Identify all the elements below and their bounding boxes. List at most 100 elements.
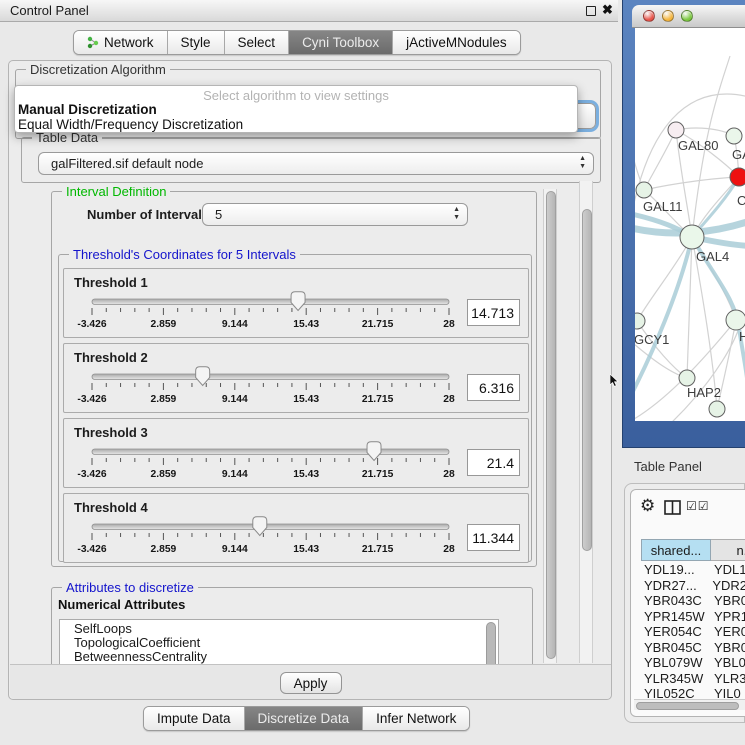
threshold-slider[interactable]: -3.4262.8599.14415.4321.71528: [64, 516, 530, 560]
number-of-intervals-value: 5: [215, 207, 222, 222]
table-row[interactable]: YBR045CYBR0: [631, 640, 745, 656]
cell-name[interactable]: YDR2: [699, 578, 745, 594]
tab-label: Infer Network: [376, 711, 456, 726]
threshold-box-3: Threshold 3-3.4262.8599.14415.4321.71528: [63, 418, 529, 488]
tab-label: Discretize Data: [258, 711, 350, 726]
tab-impute-data[interactable]: Impute Data: [144, 707, 245, 730]
cell-shared-name[interactable]: YDL19...: [631, 562, 701, 578]
svg-text:15.43: 15.43: [293, 319, 319, 330]
threshold-slider[interactable]: -3.4262.8599.14415.4321.71528: [64, 366, 530, 410]
svg-text:HAP2: HAP2: [687, 385, 721, 400]
gear-icon[interactable]: ⚙: [640, 496, 655, 516]
cell-shared-name[interactable]: YER054C: [631, 624, 701, 640]
svg-text:9.144: 9.144: [222, 544, 248, 555]
column-header-shared[interactable]: shared...: [641, 539, 711, 561]
table-body: YDL19...YDL1YDR27...YDR2YBR043CYBR0YPR14…: [631, 562, 745, 702]
attribute-item-selfloops[interactable]: SelfLoops: [60, 620, 498, 634]
algorithm-option-equal-width-frequency-discretization[interactable]: Equal Width/Frequency Discretization: [15, 117, 577, 132]
group-title: Discretization Algorithm: [26, 62, 170, 77]
threshold-slider[interactable]: -3.4262.8599.14415.4321.71528: [64, 291, 530, 335]
scrollbar-thumb[interactable]: [636, 702, 739, 710]
horizontal-scrollbar[interactable]: [634, 699, 745, 710]
threshold-value-field[interactable]: [467, 374, 520, 401]
tab-label: Select: [238, 35, 276, 50]
column-split-icon[interactable]: [664, 500, 681, 520]
tab-label: Style: [181, 35, 211, 50]
close-button[interactable]: [643, 10, 655, 22]
minimize-button[interactable]: [662, 10, 674, 22]
cell-shared-name[interactable]: YBR043C: [631, 593, 701, 609]
apply-button[interactable]: Apply: [280, 672, 342, 694]
settings-scrollbar[interactable]: [543, 189, 557, 663]
tab-infer-network[interactable]: Infer Network: [363, 707, 469, 730]
scrollbar-thumb[interactable]: [546, 191, 556, 659]
cell-name[interactable]: YPR1: [701, 609, 745, 625]
tab-jactivemnodules[interactable]: jActiveMNodules: [393, 31, 520, 54]
cell-name[interactable]: YBR0: [701, 640, 745, 656]
number-of-intervals-label: Number of Intervals: [87, 207, 209, 222]
table-row[interactable]: YER054CYER0: [631, 624, 745, 640]
panel-scrollbar[interactable]: [579, 181, 593, 663]
cell-name[interactable]: YBL0: [701, 655, 745, 671]
attribute-item-betweennesscentrality[interactable]: BetweennessCentrality: [60, 648, 498, 662]
close-icon[interactable]: ✖: [602, 2, 613, 18]
cell-name[interactable]: YDL1: [701, 562, 745, 578]
table-row[interactable]: YDR27...YDR2: [631, 578, 745, 594]
algorithm-dropdown-popup: Select algorithm to view settingsManual …: [14, 85, 578, 133]
cell-name[interactable]: YLR3: [701, 671, 745, 687]
threshold-value-field[interactable]: [467, 299, 520, 326]
svg-text:15.43: 15.43: [293, 469, 319, 480]
numerical-attributes-list[interactable]: SelfLoopsTopologicalCoefficientBetweenne…: [59, 619, 499, 664]
svg-text:H: H: [739, 329, 745, 344]
threshold-label: Threshold 2: [74, 350, 148, 365]
zoom-button[interactable]: [681, 10, 693, 22]
cell-shared-name[interactable]: YDR27...: [631, 578, 699, 594]
threshold-box-4: Threshold 4-3.4262.8599.14415.4321.71528: [63, 493, 529, 563]
attribute-item-topologicalcoefficient[interactable]: TopologicalCoefficient: [60, 634, 498, 648]
algorithm-option-manual-discretization[interactable]: Manual Discretization: [15, 102, 577, 117]
svg-text:GAL11: GAL11: [643, 199, 683, 214]
group-title: Threshold's Coordinates for 5 Intervals: [69, 247, 300, 262]
scrollbar-thumb[interactable]: [582, 209, 592, 551]
svg-text:GAL80: GAL80: [678, 138, 718, 153]
cell-name[interactable]: YBR0: [701, 593, 745, 609]
list-scrollbar[interactable]: [486, 622, 496, 664]
tab-select[interactable]: Select: [225, 31, 290, 54]
network-window-titlebar[interactable]: [632, 5, 745, 28]
threshold-value-field[interactable]: [467, 449, 520, 476]
settings-viewport: Interval Definition Number of Intervals …: [49, 187, 541, 664]
checked-boxes-icon[interactable]: ☑☑: [686, 499, 710, 513]
mouse-cursor: [610, 374, 619, 392]
column-header-n[interactable]: n...: [711, 539, 745, 561]
number-of-intervals-combobox[interactable]: 5 ▲▼: [202, 203, 468, 226]
table-header: shared...n...: [641, 539, 745, 561]
table-row[interactable]: YLR345WYLR3: [631, 671, 745, 687]
tab-network[interactable]: Network: [74, 31, 168, 54]
cell-name[interactable]: YER0: [701, 624, 745, 640]
apply-bar: Apply: [10, 664, 611, 699]
cell-shared-name[interactable]: YBR045C: [631, 640, 701, 656]
table-row[interactable]: YBL079WYBL0: [631, 655, 745, 671]
cell-shared-name[interactable]: YBL079W: [631, 655, 701, 671]
svg-text:9.144: 9.144: [222, 319, 248, 330]
threshold-slider[interactable]: -3.4262.8599.14415.4321.71528: [64, 441, 530, 485]
table-row[interactable]: YBR043CYBR0: [631, 593, 745, 609]
algorithm-placeholder-text: Select algorithm to view settings: [15, 86, 577, 102]
tab-style[interactable]: Style: [168, 31, 225, 54]
svg-text:2.859: 2.859: [151, 319, 177, 330]
network-view-window: GAL80GACGAL11GAL4GCY1HHAP2: [622, 0, 745, 448]
threshold-label: Threshold 1: [74, 275, 148, 290]
cell-shared-name[interactable]: YLR345W: [631, 671, 701, 687]
network-canvas[interactable]: GAL80GACGAL11GAL4GCY1HHAP2: [635, 28, 745, 421]
table-row[interactable]: YDL19...YDL1: [631, 562, 745, 578]
threshold-value-field[interactable]: [467, 524, 520, 551]
svg-text:-3.426: -3.426: [77, 319, 106, 330]
top-tab-bar: Network Style Select Cyni Toolbox jActiveMNo…: [73, 30, 521, 55]
float-window-icon[interactable]: [586, 6, 596, 16]
tab-label: jActiveMNodules: [406, 35, 507, 50]
cell-shared-name[interactable]: YPR145W: [631, 609, 701, 625]
tab-cyni-toolbox[interactable]: Cyni Toolbox: [289, 31, 393, 54]
tab-discretize-data[interactable]: Discretize Data: [245, 707, 364, 730]
table-row[interactable]: YPR145WYPR1: [631, 609, 745, 625]
table-data-combobox[interactable]: galFiltered.sif default node ▲▼: [38, 152, 594, 175]
